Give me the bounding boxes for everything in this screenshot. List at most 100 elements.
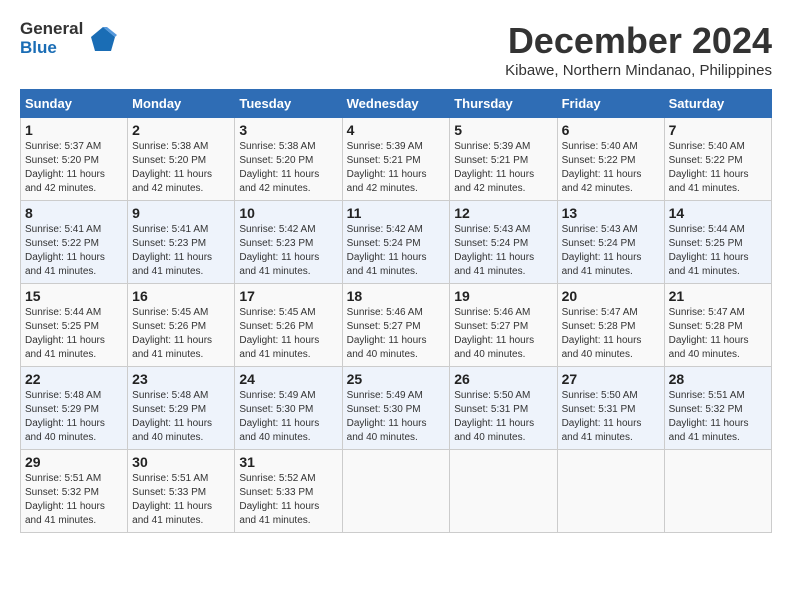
day-number: 6	[562, 122, 660, 138]
calendar-cell: 7Sunrise: 5:40 AM Sunset: 5:22 PM Daylig…	[664, 118, 771, 201]
day-number: 13	[562, 205, 660, 221]
col-monday: Monday	[128, 90, 235, 118]
logo-blue: Blue	[20, 38, 57, 57]
calendar-week-3: 15 Sunrise: 5:44 AM Sunset: 5:25 PM Dayli…	[21, 284, 772, 367]
calendar-week-4: 22 Sunrise: 5:48 AM Sunset: 5:29 PM Dayli…	[21, 367, 772, 450]
calendar-cell: 21 Sunrise: 5:47 AM Sunset: 5:28 PM Dayli…	[664, 284, 771, 367]
day-info: Sunrise: 5:46 AM Sunset: 5:27 PM Dayligh…	[347, 306, 446, 362]
day-number: 19	[454, 288, 552, 304]
col-thursday: Thursday	[450, 90, 557, 118]
day-info: Sunrise: 5:39 AM Sunset: 5:21 PM Dayligh…	[347, 140, 446, 196]
day-number: 29	[25, 454, 123, 470]
calendar-week-5: 29 Sunrise: 5:51 AM Sunset: 5:32 PM Dayli…	[21, 450, 772, 533]
day-number: 24	[239, 371, 337, 387]
calendar-cell: 1 Sunrise: 5:37 AM Sunset: 5:20 PM Daylig…	[21, 118, 128, 201]
col-tuesday: Tuesday	[235, 90, 342, 118]
logo: General Blue	[20, 20, 119, 57]
calendar-table: Sunday Monday Tuesday Wednesday Thursday…	[20, 89, 772, 533]
day-info: Sunrise: 5:40 AM Sunset: 5:22 PM Dayligh…	[562, 140, 660, 196]
day-number: 12	[454, 205, 552, 221]
day-number: 21	[669, 288, 767, 304]
day-info: Sunrise: 5:50 AM Sunset: 5:31 PM Dayligh…	[562, 389, 660, 445]
day-number: 3	[239, 122, 337, 138]
day-number: 31	[239, 454, 337, 470]
calendar-cell: 4 Sunrise: 5:39 AM Sunset: 5:21 PM Daylig…	[342, 118, 450, 201]
calendar-cell: 10 Sunrise: 5:42 AM Sunset: 5:23 PM Dayli…	[235, 201, 342, 284]
day-number: 28	[669, 371, 767, 387]
day-number: 26	[454, 371, 552, 387]
day-info: Sunrise: 5:42 AM Sunset: 5:23 PM Dayligh…	[239, 223, 337, 279]
calendar-cell: 20Sunrise: 5:47 AM Sunset: 5:28 PM Dayli…	[557, 284, 664, 367]
day-info: Sunrise: 5:49 AM Sunset: 5:30 PM Dayligh…	[239, 389, 337, 445]
calendar-header-row: Sunday Monday Tuesday Wednesday Thursday…	[21, 90, 772, 118]
col-sunday: Sunday	[21, 90, 128, 118]
col-wednesday: Wednesday	[342, 90, 450, 118]
day-number: 10	[239, 205, 337, 221]
day-number: 1	[25, 122, 123, 138]
calendar-cell: 17Sunrise: 5:45 AM Sunset: 5:26 PM Dayli…	[235, 284, 342, 367]
day-info: Sunrise: 5:41 AM Sunset: 5:22 PM Dayligh…	[25, 223, 123, 279]
day-number: 27	[562, 371, 660, 387]
day-number: 11	[347, 205, 446, 221]
day-info: Sunrise: 5:44 AM Sunset: 5:25 PM Dayligh…	[669, 223, 767, 279]
title-area: December 2024 Kibawe, Northern Mindanao,…	[505, 20, 772, 79]
day-number: 14	[669, 205, 767, 221]
calendar-week-1: 1 Sunrise: 5:37 AM Sunset: 5:20 PM Daylig…	[21, 118, 772, 201]
day-number: 15	[25, 288, 123, 304]
day-info: Sunrise: 5:48 AM Sunset: 5:29 PM Dayligh…	[132, 389, 230, 445]
calendar-cell: 27 Sunrise: 5:50 AM Sunset: 5:31 PM Dayli…	[557, 367, 664, 450]
day-number: 2	[132, 122, 230, 138]
calendar-cell: 25 Sunrise: 5:49 AM Sunset: 5:30 PM Dayli…	[342, 367, 450, 450]
col-friday: Friday	[557, 90, 664, 118]
day-info: Sunrise: 5:51 AM Sunset: 5:32 PM Dayligh…	[669, 389, 767, 445]
calendar-cell: 12Sunrise: 5:43 AM Sunset: 5:24 PM Dayli…	[450, 201, 557, 284]
day-info: Sunrise: 5:44 AM Sunset: 5:25 PM Dayligh…	[25, 306, 123, 362]
day-number: 16	[132, 288, 230, 304]
day-info: Sunrise: 5:47 AM Sunset: 5:28 PM Dayligh…	[669, 306, 767, 362]
logo-general: General	[20, 19, 83, 38]
day-info: Sunrise: 5:48 AM Sunset: 5:29 PM Dayligh…	[25, 389, 123, 445]
day-info: Sunrise: 5:49 AM Sunset: 5:30 PM Dayligh…	[347, 389, 446, 445]
logo-icon	[87, 23, 119, 55]
day-number: 8	[25, 205, 123, 221]
day-number: 18	[347, 288, 446, 304]
calendar-cell	[664, 450, 771, 533]
calendar-cell: 23 Sunrise: 5:48 AM Sunset: 5:29 PM Dayli…	[128, 367, 235, 450]
day-number: 4	[347, 122, 446, 138]
calendar-cell: 28 Sunrise: 5:51 AM Sunset: 5:32 PM Dayli…	[664, 367, 771, 450]
calendar-cell: 18 Sunrise: 5:46 AM Sunset: 5:27 PM Dayli…	[342, 284, 450, 367]
col-saturday: Saturday	[664, 90, 771, 118]
calendar-cell: 8 Sunrise: 5:41 AM Sunset: 5:22 PM Daylig…	[21, 201, 128, 284]
day-info: Sunrise: 5:46 AM Sunset: 5:27 PM Dayligh…	[454, 306, 552, 362]
calendar-cell	[342, 450, 450, 533]
day-info: Sunrise: 5:51 AM Sunset: 5:32 PM Dayligh…	[25, 472, 123, 528]
day-number: 5	[454, 122, 552, 138]
calendar-cell: 13 Sunrise: 5:43 AM Sunset: 5:24 PM Dayli…	[557, 201, 664, 284]
location-title: Kibawe, Northern Mindanao, Philippines	[505, 62, 772, 79]
day-number: 17	[239, 288, 337, 304]
day-info: Sunrise: 5:51 AM Sunset: 5:33 PM Dayligh…	[132, 472, 230, 528]
day-info: Sunrise: 5:37 AM Sunset: 5:20 PM Dayligh…	[25, 140, 123, 196]
calendar-cell: 26 Sunrise: 5:50 AM Sunset: 5:31 PM Dayli…	[450, 367, 557, 450]
day-number: 25	[347, 371, 446, 387]
calendar-cell: 15 Sunrise: 5:44 AM Sunset: 5:25 PM Dayli…	[21, 284, 128, 367]
day-info: Sunrise: 5:52 AM Sunset: 5:33 PM Dayligh…	[239, 472, 337, 528]
header: General Blue December 2024 Kibawe, North…	[20, 20, 772, 79]
day-info: Sunrise: 5:38 AM Sunset: 5:20 PM Dayligh…	[132, 140, 230, 196]
calendar-cell	[450, 450, 557, 533]
day-number: 22	[25, 371, 123, 387]
calendar-cell: 5Sunrise: 5:39 AM Sunset: 5:21 PM Daylig…	[450, 118, 557, 201]
calendar-cell	[557, 450, 664, 533]
calendar-cell: 2 Sunrise: 5:38 AM Sunset: 5:20 PM Daylig…	[128, 118, 235, 201]
day-info: Sunrise: 5:38 AM Sunset: 5:20 PM Dayligh…	[239, 140, 337, 196]
calendar-cell: 14 Sunrise: 5:44 AM Sunset: 5:25 PM Dayli…	[664, 201, 771, 284]
day-number: 23	[132, 371, 230, 387]
month-title: December 2024	[505, 20, 772, 62]
day-info: Sunrise: 5:43 AM Sunset: 5:24 PM Dayligh…	[562, 223, 660, 279]
day-info: Sunrise: 5:41 AM Sunset: 5:23 PM Dayligh…	[132, 223, 230, 279]
calendar-cell: 19 Sunrise: 5:46 AM Sunset: 5:27 PM Dayli…	[450, 284, 557, 367]
day-info: Sunrise: 5:47 AM Sunset: 5:28 PM Dayligh…	[562, 306, 660, 362]
day-info: Sunrise: 5:50 AM Sunset: 5:31 PM Dayligh…	[454, 389, 552, 445]
calendar-cell: 9Sunrise: 5:41 AM Sunset: 5:23 PM Daylig…	[128, 201, 235, 284]
calendar-cell: 30Sunrise: 5:51 AM Sunset: 5:33 PM Dayli…	[128, 450, 235, 533]
